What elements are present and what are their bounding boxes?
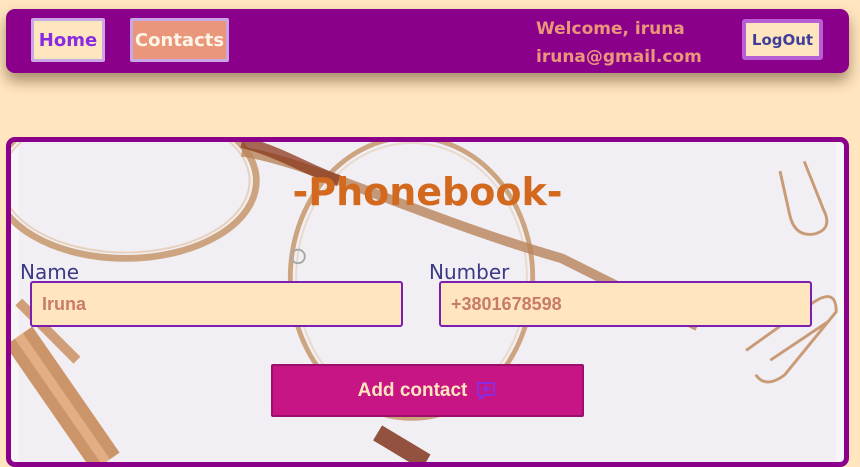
name-input[interactable] — [30, 281, 403, 327]
chat-plus-icon — [475, 380, 497, 402]
logout-label: LogOut — [751, 30, 814, 49]
number-input[interactable] — [439, 281, 812, 327]
nav-home-link[interactable]: Home — [31, 18, 105, 62]
user-email: iruna@gmail.com — [536, 47, 702, 67]
add-contact-button[interactable]: Add contact — [271, 364, 584, 417]
nav-contacts-link[interactable]: Contacts — [130, 18, 229, 62]
logout-button[interactable]: LogOut — [742, 19, 823, 60]
nav-home-label: Home — [38, 29, 98, 51]
app-header: Home Contacts Welcome, iruna iruna@gmail… — [6, 9, 849, 73]
phonebook-card: -Phonebook- Name Number Add contact — [6, 137, 849, 467]
page-title: -Phonebook- — [292, 170, 563, 214]
add-contact-label: Add contact — [357, 379, 468, 401]
welcome-text: Welcome, iruna — [536, 19, 685, 39]
user-info: Welcome, iruna iruna@gmail.com — [536, 15, 736, 71]
nav-contacts-label: Contacts — [134, 29, 225, 51]
